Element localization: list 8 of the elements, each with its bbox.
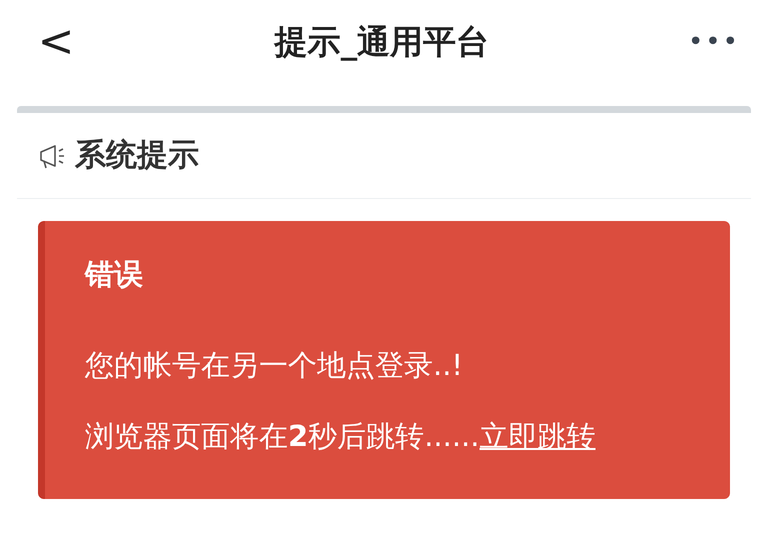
back-button[interactable]: < (36, 20, 76, 64)
redirect-text: 浏览器页面将在2秒后跳转......立即跳转 (85, 418, 596, 454)
section-title: 系统提示 (75, 136, 199, 176)
page-title: 提示_通用平台 (274, 21, 490, 64)
more-button[interactable]: ••• (688, 22, 740, 62)
alert-message: 您的帐号在另一个地点登录..! (85, 348, 464, 383)
alert-heading: 错误 (85, 257, 144, 292)
redirect-link[interactable]: 立即跳转 (480, 418, 596, 453)
